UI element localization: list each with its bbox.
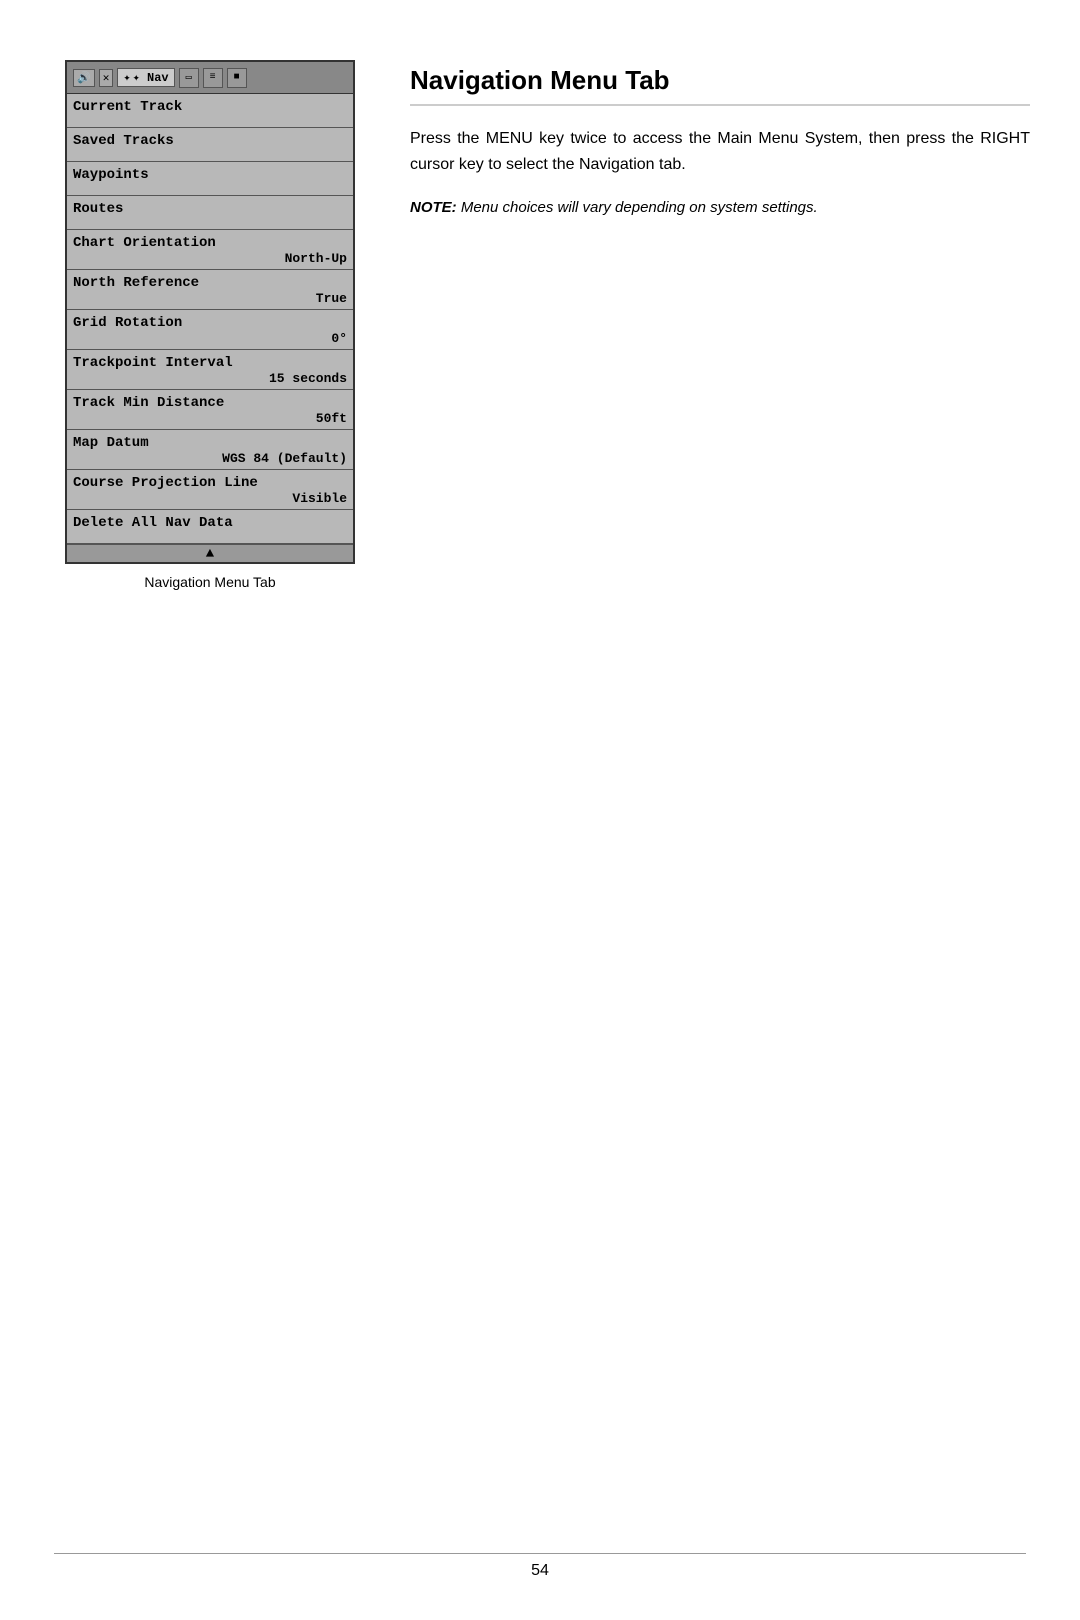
page-title: Navigation Menu Tab [410, 65, 1030, 106]
menu-item[interactable]: Grid Rotation0° [67, 310, 353, 350]
menu-item[interactable]: Delete All Nav Data [67, 510, 353, 544]
menu-item-label: Saved Tracks [73, 133, 347, 149]
device-scrollbar[interactable]: ▲ [67, 544, 353, 562]
menu-item-value: North-Up [73, 251, 347, 266]
toolbar-icon-sound: 🔊 [73, 69, 95, 87]
toolbar-icon-box: ■ [227, 68, 247, 88]
toolbar-nav-tab[interactable]: ✦ ✦ Nav [117, 68, 174, 87]
menu-item[interactable]: Track Min Distance50ft [67, 390, 353, 430]
note-text: NOTE: Menu choices will vary depending o… [410, 197, 1030, 220]
device-toolbar: 🔊 ✕ ✦ ✦ Nav ▭ ≡ ■ [67, 62, 353, 94]
left-column: 🔊 ✕ ✦ ✦ Nav ▭ ≡ ■ Current Track Saved Tra… [50, 60, 370, 590]
page-number: 54 [531, 1562, 549, 1580]
toolbar-icon-map: ▭ [179, 68, 199, 88]
menu-item[interactable]: Trackpoint Interval15 seconds [67, 350, 353, 390]
device-screen: 🔊 ✕ ✦ ✦ Nav ▭ ≡ ■ Current Track Saved Tra… [65, 60, 355, 564]
menu-item-value: WGS 84 (Default) [73, 451, 347, 466]
menu-item[interactable]: North ReferenceTrue [67, 270, 353, 310]
toolbar-icon-x: ✕ [99, 69, 114, 87]
nav-star-icon: ✦ [123, 70, 130, 85]
toolbar-icon-lines: ≡ [203, 68, 223, 88]
menu-item-label: Routes [73, 201, 347, 217]
menu-item-label: Waypoints [73, 167, 347, 183]
menu-item[interactable]: Routes [67, 196, 353, 230]
menu-item-value: Visible [73, 491, 347, 506]
menu-item-label: Delete All Nav Data [73, 515, 347, 531]
description-text: Press the MENU key twice to access the M… [410, 126, 1030, 177]
menu-item[interactable]: Chart OrientationNorth-Up [67, 230, 353, 270]
right-column: Navigation Menu Tab Press the MENU key t… [410, 60, 1030, 590]
menu-list: Current Track Saved Tracks Waypoints Routes… [67, 94, 353, 544]
menu-item-label: Course Projection Line [73, 475, 347, 491]
menu-item-value: 15 seconds [73, 371, 347, 386]
menu-item-label: Map Datum [73, 435, 347, 451]
menu-item[interactable]: Waypoints [67, 162, 353, 196]
nav-label: ✦ Nav [133, 70, 169, 85]
menu-item[interactable]: Course Projection LineVisible [67, 470, 353, 510]
footer-line [54, 1553, 1026, 1554]
menu-item[interactable]: Saved Tracks [67, 128, 353, 162]
scroll-up-icon: ▲ [206, 546, 214, 562]
menu-item[interactable]: Map DatumWGS 84 (Default) [67, 430, 353, 470]
menu-item-value: True [73, 291, 347, 306]
menu-item-label: Chart Orientation [73, 235, 347, 251]
page-footer: 54 [0, 1553, 1080, 1580]
menu-item-label: Current Track [73, 99, 347, 115]
menu-item-value: 0° [73, 331, 347, 346]
menu-item-label: Track Min Distance [73, 395, 347, 411]
device-caption: Navigation Menu Tab [144, 574, 275, 590]
note-label: NOTE: [410, 199, 457, 216]
menu-item[interactable]: Current Track [67, 94, 353, 128]
menu-item-label: Grid Rotation [73, 315, 347, 331]
menu-item-value: 50ft [73, 411, 347, 426]
menu-item-label: Trackpoint Interval [73, 355, 347, 371]
menu-item-label: North Reference [73, 275, 347, 291]
note-body: Menu choices will vary depending on syst… [457, 199, 818, 216]
